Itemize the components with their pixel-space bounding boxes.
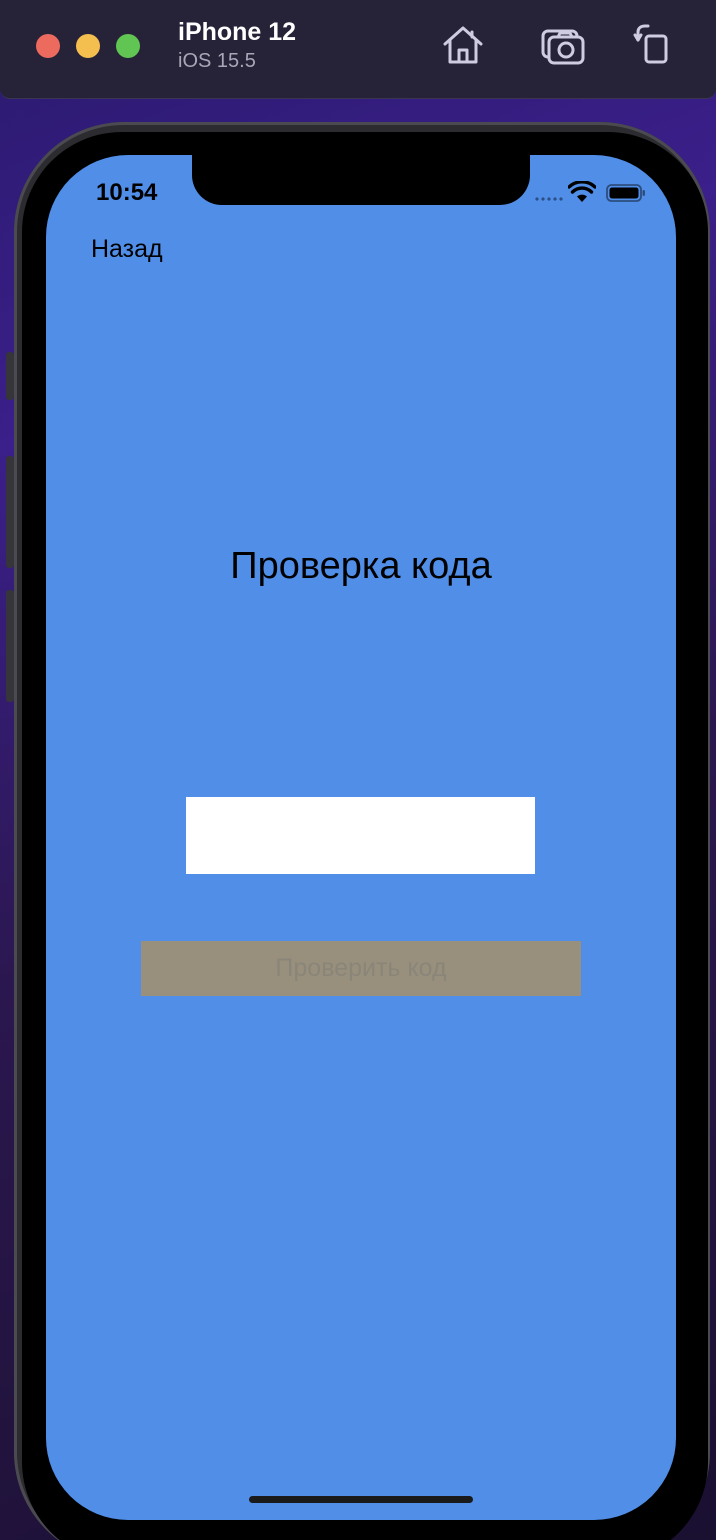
zoom-window-button[interactable] <box>116 34 140 58</box>
battery-icon <box>606 184 645 202</box>
home-icon[interactable] <box>440 22 486 68</box>
rotate-icon[interactable] <box>632 22 678 68</box>
status-time: 10:54 <box>96 179 158 206</box>
mute-switch <box>6 352 14 400</box>
back-button[interactable]: Назад <box>91 235 163 264</box>
volume-down-button <box>6 590 14 702</box>
page-title: Проверка кода <box>230 545 492 587</box>
screenshot-icon[interactable] <box>540 22 586 68</box>
close-window-button[interactable] <box>36 34 60 58</box>
wifi-icon <box>568 181 596 202</box>
cellular-signal-icon <box>534 197 564 201</box>
phone-screen: 10:54 Назад Проверка кода Проверить код <box>46 155 676 1520</box>
notch <box>192 155 530 205</box>
code-input[interactable] <box>186 797 535 874</box>
home-indicator[interactable] <box>249 1496 473 1503</box>
device-name: iPhone 12 <box>178 18 297 46</box>
device-os-version: iOS 15.5 <box>178 50 256 72</box>
minimize-window-button[interactable] <box>76 34 100 58</box>
simulator-titlebar: iPhone 12 iOS 15.5 <box>0 0 716 99</box>
verify-code-button[interactable]: Проверить код <box>141 941 581 996</box>
volume-up-button <box>6 456 14 568</box>
